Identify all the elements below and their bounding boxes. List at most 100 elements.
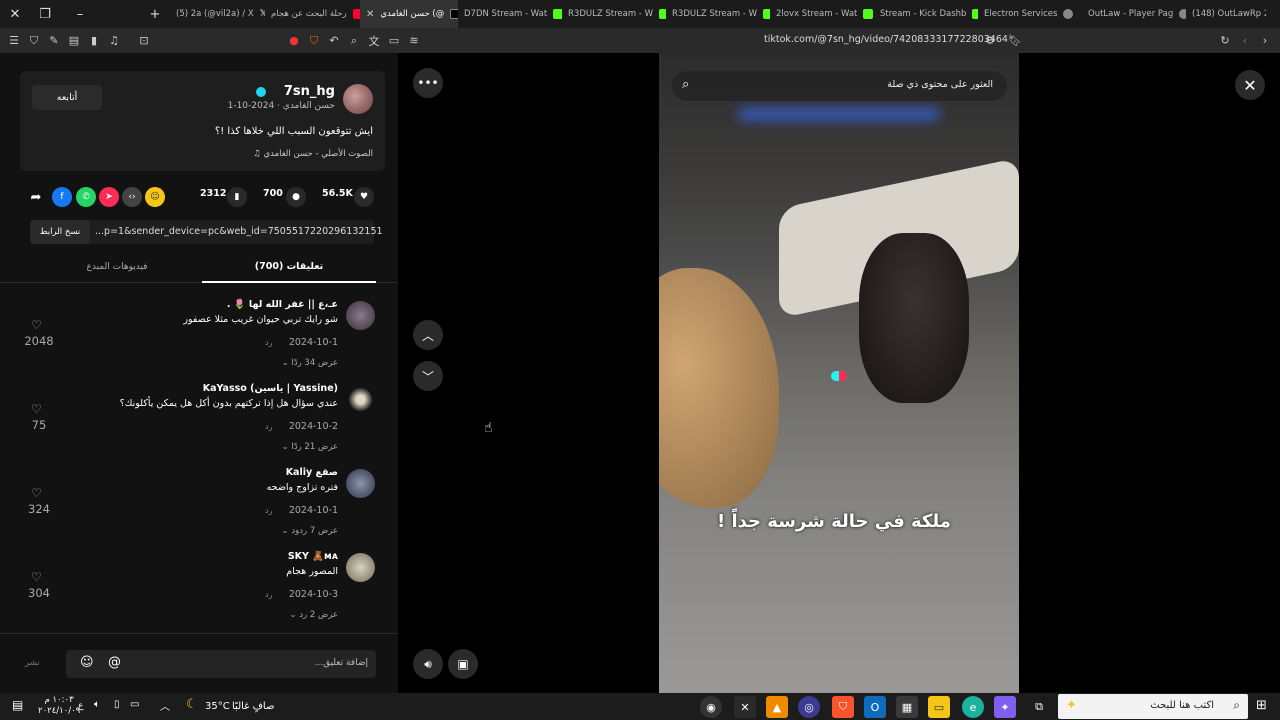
weather-temp[interactable]: 35°C (205, 701, 230, 712)
view-replies-link[interactable]: عرض 21 ردًا ⌄ (282, 442, 338, 452)
next-video-icon[interactable]: ﹀ (413, 361, 443, 391)
tab-creator-videos[interactable]: فيديوهات المبدع (30, 251, 204, 283)
share-icon[interactable]: ➦ (26, 187, 46, 207)
reply-link[interactable]: رد (265, 506, 272, 515)
reload-icon[interactable]: ↻ (1215, 30, 1235, 50)
pip-icon[interactable]: ▣ (448, 649, 478, 679)
browser-tab[interactable]: رحلة البحث عن هجام (265, 0, 360, 28)
browser-tab[interactable]: OutLaw - Player Pag (1082, 0, 1186, 28)
translate-icon[interactable]: 文 (364, 31, 384, 51)
volume-tray-icon[interactable]: 🔈︎ (94, 699, 100, 710)
send-to-friends-icon[interactable]: ➤ (99, 187, 119, 207)
more-options-icon[interactable]: ••• (413, 68, 443, 98)
comment-like-icon[interactable]: ♡ (31, 570, 42, 584)
post-comment-button[interactable]: نشر (25, 658, 40, 668)
browser-tab[interactable]: 2lovx Stream - Wat (770, 0, 874, 28)
comment-like-icon[interactable]: ♡ (31, 318, 42, 332)
menu-icon[interactable]: ☰ (4, 31, 24, 51)
extension-badge-icon[interactable]: ● (284, 31, 304, 51)
pen-icon[interactable]: ✎ (44, 31, 64, 51)
clock[interactable]: ١٠:٠٣ م ٢٠٢٤/١٠/٠٩ (38, 695, 80, 717)
author-avatar[interactable] (343, 84, 373, 114)
app-file-explorer-icon[interactable]: ▭ (928, 696, 950, 718)
app-vlc-icon[interactable]: ▲ (766, 696, 788, 718)
undo-icon[interactable]: ↶ (324, 31, 344, 51)
picture-in-picture-icon[interactable]: ▭ (384, 31, 404, 51)
bookmark-icon[interactable]: ▮ (227, 187, 247, 207)
comment-like-icon[interactable]: ♡ (31, 486, 42, 500)
start-icon[interactable]: ⊞ (1256, 698, 1267, 713)
close-video-icon[interactable]: ✕ (1235, 70, 1265, 100)
video-player[interactable]: ملكة في حالة شرسة جداً ! ⌕ العثور على مح… (659, 53, 1019, 693)
browser-tab[interactable]: Stream - Kick Dashb (874, 0, 978, 28)
bookmark-icon[interactable]: 🔖︎ (1005, 30, 1025, 50)
network-tray-icon[interactable]: ▭ (130, 699, 139, 710)
sidebar-icon[interactable]: ▮ (84, 31, 104, 51)
commenter-name[interactable]: صقع Kaliy (286, 467, 338, 478)
music-icon[interactable]: ♫ (104, 31, 124, 51)
facebook-icon[interactable]: f (52, 187, 72, 207)
hidden-icons-chevron-icon[interactable]: ︿ (160, 698, 170, 713)
app-copilot-icon[interactable]: ✦ (994, 696, 1016, 718)
back-icon[interactable]: ‹ (1235, 30, 1255, 50)
copy-link-button[interactable]: نسخ الرابط (30, 220, 90, 244)
app-brave-icon[interactable]: ⛉ (832, 696, 854, 718)
music-row[interactable]: الصوت الأصلي - حسن الغامدي ♫ (253, 149, 373, 159)
forward-icon[interactable]: › (1255, 30, 1275, 50)
commenter-avatar[interactable] (346, 301, 375, 330)
commenter-avatar[interactable] (346, 385, 375, 414)
wallet-icon[interactable]: ≋ (404, 31, 424, 51)
browser-tab[interactable]: D7DN Stream - Wat (458, 0, 562, 28)
taskbar-search-box[interactable]: ✦ اكتب هنا للبحث ⌕ (1058, 694, 1248, 719)
heart-icon[interactable]: ♥ (354, 187, 374, 207)
browser-tab[interactable]: R3DULZ Stream - W (666, 0, 770, 28)
view-replies-link[interactable]: عرض 2 رد ⌄ (289, 610, 338, 620)
commenter-name[interactable]: SKY 🧸ᴍᴀ (288, 551, 338, 562)
task-view-icon[interactable]: ⧉ (1028, 696, 1050, 718)
browser-tab[interactable]: (148) OutLawRp 2.0 (1186, 0, 1266, 28)
close-window-icon[interactable]: ✕ (0, 0, 30, 28)
reply-link[interactable]: رد (265, 590, 272, 599)
view-replies-link[interactable]: عرض 34 ردًا ⌄ (282, 358, 338, 368)
commenter-name[interactable]: (Yassine | ياسين) KaYasso (203, 383, 338, 394)
browser-tab[interactable]: Electron Services (978, 0, 1082, 28)
app-obs-studio-icon[interactable]: ◎ (798, 696, 820, 718)
app-edge-icon[interactable]: e (962, 696, 984, 718)
embed-icon[interactable]: ‹› (122, 187, 142, 207)
commenter-avatar[interactable] (346, 553, 375, 582)
collections-icon[interactable]: ▤ (64, 31, 84, 51)
brave-shield-icon[interactable]: ⛉ (304, 31, 324, 51)
browser-tab[interactable]: (5) 2a (@vil2a) / X𝕏 (170, 0, 265, 28)
author-username[interactable]: 7sn_hg (284, 84, 335, 99)
browser-tab[interactable]: R3DULZ Stream - W (562, 0, 666, 28)
search-icon[interactable]: ⌕ (344, 31, 364, 51)
new-tab-button[interactable]: + (140, 0, 170, 28)
app-outlook-icon[interactable]: O (864, 696, 886, 718)
microphone-tray-icon[interactable]: ▯ (114, 699, 120, 710)
reply-link[interactable]: رد (265, 422, 272, 431)
tab-comments[interactable]: (700) تعليقات (202, 251, 376, 283)
weather-desc[interactable]: صافٍ غالبًا (232, 701, 274, 712)
input-language[interactable]: ع (78, 701, 83, 711)
related-search-box[interactable]: ⌕ العثور على محتوى ذي صلة (672, 71, 1007, 101)
app-obs-icon[interactable]: ◉ (700, 696, 722, 718)
close-tab-icon[interactable]: ✕ (366, 9, 374, 20)
volume-icon[interactable]: 🔊︎ (413, 649, 443, 679)
commenter-name[interactable]: عـ،ع || غفر الله لها 🌷 . (227, 299, 338, 310)
previous-video-icon[interactable]: ︿ (413, 320, 443, 350)
emoji-icon[interactable]: ☺ (80, 655, 94, 670)
share-link-text[interactable]: ...p=1&sender_device=pc&web_id=750551722… (95, 226, 383, 237)
minimize-window-icon[interactable]: – (60, 0, 100, 28)
reply-link[interactable]: رد (265, 338, 272, 347)
restore-window-icon[interactable]: ❐ (30, 0, 60, 28)
app-terminal-icon[interactable]: ✕ (734, 696, 756, 718)
commenter-avatar[interactable] (346, 469, 375, 498)
view-replies-link[interactable]: عرض 7 ردود ⌄ (282, 526, 338, 536)
reaction-icon[interactable]: ☺ (145, 187, 165, 207)
app-store-icon[interactable]: ▦ (896, 696, 918, 718)
url-text[interactable]: tiktok.com/@7sn_hg/video/742083331772280… (764, 34, 1008, 45)
comment-icon[interactable]: ● (286, 187, 306, 207)
notifications-icon[interactable]: ▤ (12, 698, 23, 712)
follow-button[interactable]: أتابعه (32, 85, 102, 110)
comment-like-icon[interactable]: ♡ (31, 402, 42, 416)
